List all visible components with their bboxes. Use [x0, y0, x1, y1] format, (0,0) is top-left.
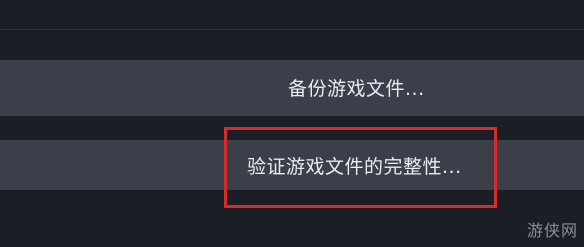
menu-bottom-region	[0, 190, 584, 247]
menu-divider	[0, 29, 584, 30]
watermark: 游侠网	[526, 221, 578, 240]
backup-game-files-menu-item[interactable]: 备份游戏文件...	[0, 60, 584, 116]
verify-game-files-menu-item[interactable]: 验证游戏文件的完整性...	[0, 140, 584, 190]
backup-game-files-label: 备份游戏文件...	[288, 78, 425, 100]
verify-game-files-label: 验证游戏文件的完整性...	[247, 156, 462, 178]
menu-gap	[0, 116, 584, 140]
menu-top-region	[0, 0, 584, 58]
